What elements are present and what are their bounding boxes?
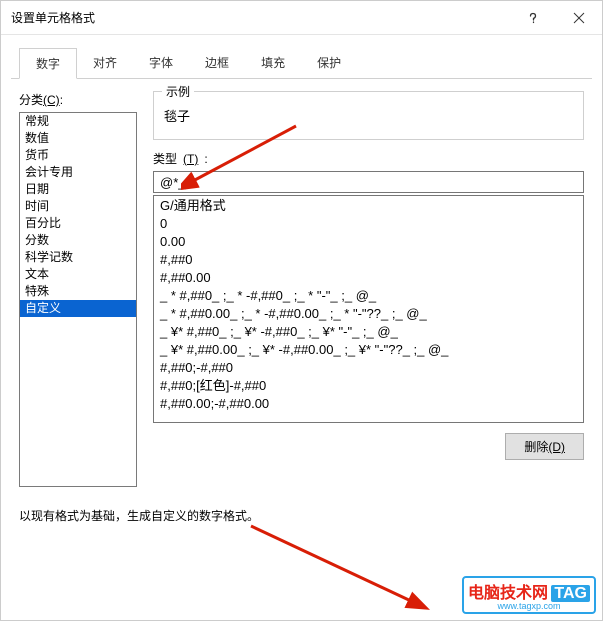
format-item[interactable]: 0	[154, 214, 583, 232]
format-item[interactable]: 0.00	[154, 232, 583, 250]
category-item[interactable]: 科学记数	[20, 249, 136, 266]
window-title: 设置单元格格式	[11, 9, 510, 26]
category-list[interactable]: 常规数值货币会计专用日期时间百分比分数科学记数文本特殊自定义	[19, 112, 137, 487]
category-item[interactable]: 百分比	[20, 215, 136, 232]
tab-4[interactable]: 填充	[245, 48, 301, 79]
format-item[interactable]: _ * #,##0.00_ ;_ * -#,##0.00_ ;_ * "-"??…	[154, 304, 583, 322]
titlebar: 设置单元格格式	[1, 1, 602, 35]
format-item[interactable]: #,##0.00	[154, 268, 583, 286]
category-item[interactable]: 日期	[20, 181, 136, 198]
tab-2[interactable]: 字体	[133, 48, 189, 79]
tab-0[interactable]: 数字	[19, 48, 77, 79]
delete-button[interactable]: 删除(D)	[505, 433, 584, 460]
category-item[interactable]: 货币	[20, 147, 136, 164]
help-button[interactable]	[510, 1, 556, 35]
category-item[interactable]: 自定义	[20, 300, 136, 317]
format-item[interactable]: _ ¥* #,##0.00_ ;_ ¥* -#,##0.00_ ;_ ¥* "-…	[154, 340, 583, 358]
category-item[interactable]: 会计专用	[20, 164, 136, 181]
format-item[interactable]: #,##0;[红色]-#,##0	[154, 376, 583, 394]
category-item[interactable]: 常规	[20, 113, 136, 130]
tab-5[interactable]: 保护	[301, 48, 357, 79]
tab-1[interactable]: 对齐	[77, 48, 133, 79]
category-item[interactable]: 时间	[20, 198, 136, 215]
annotation-arrow-icon	[241, 521, 441, 621]
format-code-list[interactable]: G/通用格式00.00#,##0#,##0.00_ * #,##0_ ;_ * …	[153, 195, 584, 423]
watermark: 电脑技术网 TAG www.tagxp.com	[462, 576, 596, 614]
type-label: 类型(T):	[153, 150, 584, 167]
example-label: 示例	[162, 83, 194, 100]
example-value: 毯子	[164, 106, 573, 125]
help-icon	[527, 12, 539, 24]
close-button[interactable]	[556, 1, 602, 35]
tab-panel-number: 分类(C): 常规数值货币会计专用日期时间百分比分数科学记数文本特殊自定义 示例…	[1, 79, 602, 534]
format-item[interactable]: #,##0	[154, 250, 583, 268]
format-cells-dialog: 设置单元格格式 数字对齐字体边框填充保护 分类(C): 常规数值货币会计专用日期…	[0, 0, 603, 621]
category-item[interactable]: 数值	[20, 130, 136, 147]
category-item[interactable]: 文本	[20, 266, 136, 283]
type-input[interactable]	[153, 171, 584, 193]
category-item[interactable]: 分数	[20, 232, 136, 249]
close-icon	[573, 12, 585, 24]
tab-strip: 数字对齐字体边框填充保护	[11, 39, 592, 79]
tab-3[interactable]: 边框	[189, 48, 245, 79]
example-group: 示例 毯子	[153, 91, 584, 140]
category-label: 分类(C):	[19, 91, 137, 108]
format-item[interactable]: #,##0;-#,##0	[154, 358, 583, 376]
format-item[interactable]: G/通用格式	[154, 196, 583, 214]
description-text: 以现有格式为基础，生成自定义的数字格式。	[19, 507, 584, 524]
category-item[interactable]: 特殊	[20, 283, 136, 300]
format-item[interactable]: #,##0.00;-#,##0.00	[154, 394, 583, 412]
format-item[interactable]: _ ¥* #,##0_ ;_ ¥* -#,##0_ ;_ ¥* "-"_ ;_ …	[154, 322, 583, 340]
format-item[interactable]: _ * #,##0_ ;_ * -#,##0_ ;_ * "-"_ ;_ @_	[154, 286, 583, 304]
